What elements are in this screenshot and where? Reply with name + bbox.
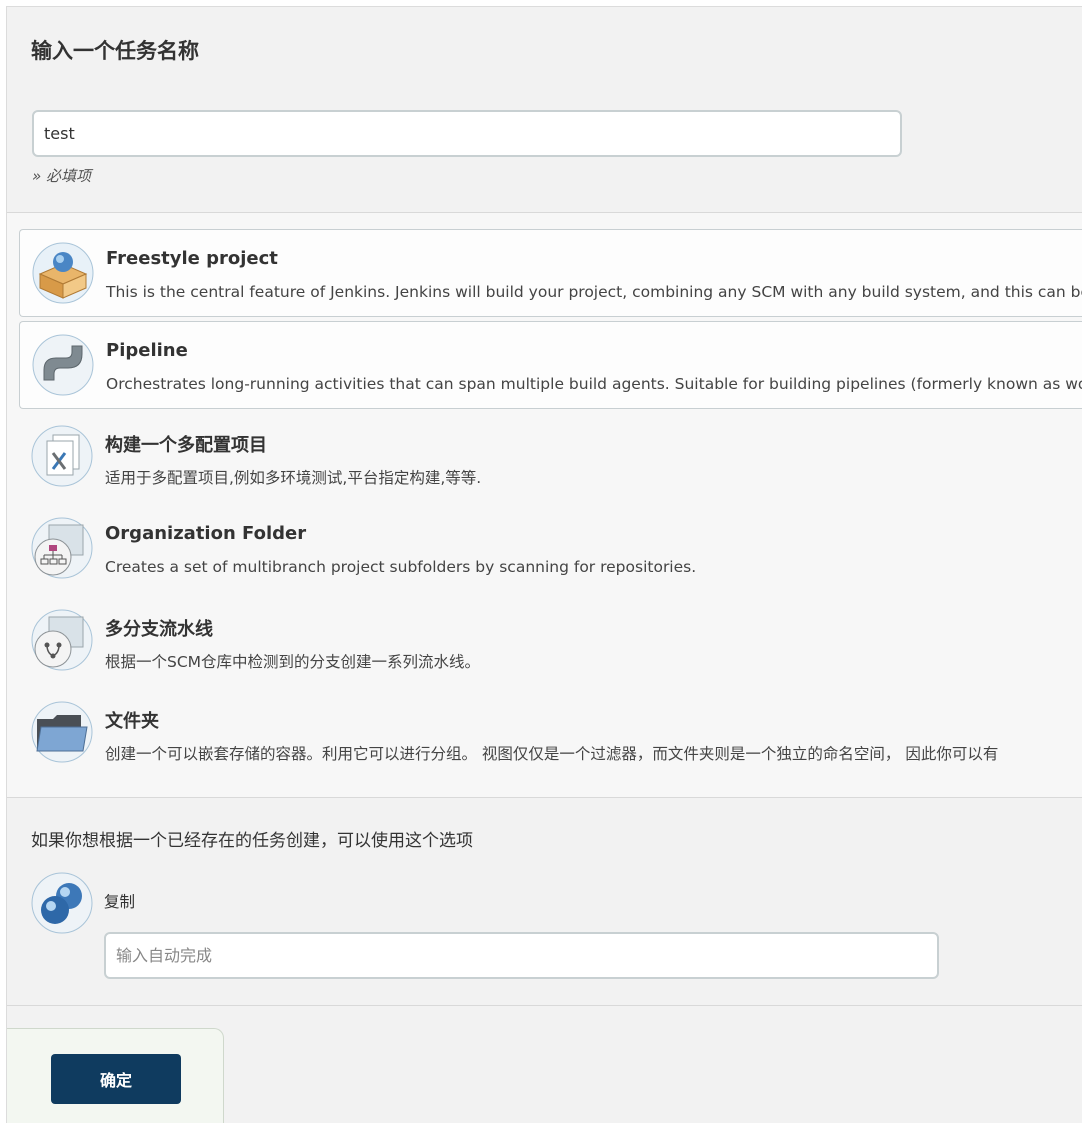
item-type-label: Pipeline (106, 340, 188, 361)
item-type-description: 根据一个SCM仓库中检测到的分支创建一系列流水线。 (105, 653, 481, 671)
ok-button[interactable]: 确定 (51, 1054, 181, 1104)
item-name-section: 输入一个任务名称 » 必填项 (7, 7, 1082, 213)
item-type-description: Creates a set of multibranch project sub… (105, 558, 697, 576)
item-type-multi-config[interactable]: 构建一个多配置项目 适用于多配置项目,例如多环境测试,平台指定构建,等等. (19, 413, 1082, 501)
item-type-folder[interactable]: 文件夹 创建一个可以嵌套存储的容器。利用它可以进行分组。 视图仅仅是一个过滤器，… (19, 689, 1082, 777)
item-type-multibranch-pipeline[interactable]: 多分支流水线 根据一个SCM仓库中检测到的分支创建一系列流水线。 (19, 597, 1082, 685)
item-type-freestyle[interactable]: Freestyle project This is the central fe… (19, 229, 1082, 317)
item-type-pipeline[interactable]: Pipeline Orchestrates long-running activ… (19, 321, 1082, 409)
copy-spheres-icon (31, 872, 93, 934)
item-name-input[interactable] (32, 110, 902, 157)
footer-panel: 确定 (7, 1028, 224, 1123)
item-type-list: Freestyle project This is the central fe… (7, 213, 1082, 798)
new-item-page: 输入一个任务名称 » 必填项 Freestyle project This is… (6, 6, 1082, 1123)
section-title: 输入一个任务名称 (31, 39, 199, 63)
required-hint: » 必填项 (32, 167, 92, 185)
multi-config-icon (31, 425, 93, 487)
copy-from-section: 如果你想根据一个已经存在的任务创建，可以使用这个选项 复制 (7, 798, 1082, 1006)
copy-prompt: 如果你想根据一个已经存在的任务创建，可以使用这个选项 (31, 831, 473, 851)
item-type-label: Freestyle project (106, 248, 278, 269)
item-type-description: 适用于多配置项目,例如多环境测试,平台指定构建,等等. (105, 469, 482, 487)
pipeline-pipe-icon (32, 334, 94, 396)
freestyle-package-icon (32, 242, 94, 304)
folder-icon (31, 701, 93, 763)
item-type-description: Orchestrates long-running activities tha… (106, 375, 1082, 393)
copy-label: 复制 (104, 893, 136, 911)
item-type-description: 创建一个可以嵌套存储的容器。利用它可以进行分组。 视图仅仅是一个过滤器，而文件夹… (105, 745, 999, 763)
item-type-label: 构建一个多配置项目 (105, 435, 267, 456)
item-type-label: Organization Folder (105, 523, 307, 544)
multibranch-pipeline-icon (31, 609, 93, 671)
item-type-description: This is the central feature of Jenkins. … (106, 283, 1082, 301)
copy-from-input[interactable] (104, 932, 939, 979)
item-type-label: 多分支流水线 (105, 619, 213, 640)
organization-folder-icon (31, 517, 93, 579)
item-type-label: 文件夹 (105, 711, 159, 732)
item-type-organization-folder[interactable]: Organization Folder Creates a set of mul… (19, 505, 1082, 593)
